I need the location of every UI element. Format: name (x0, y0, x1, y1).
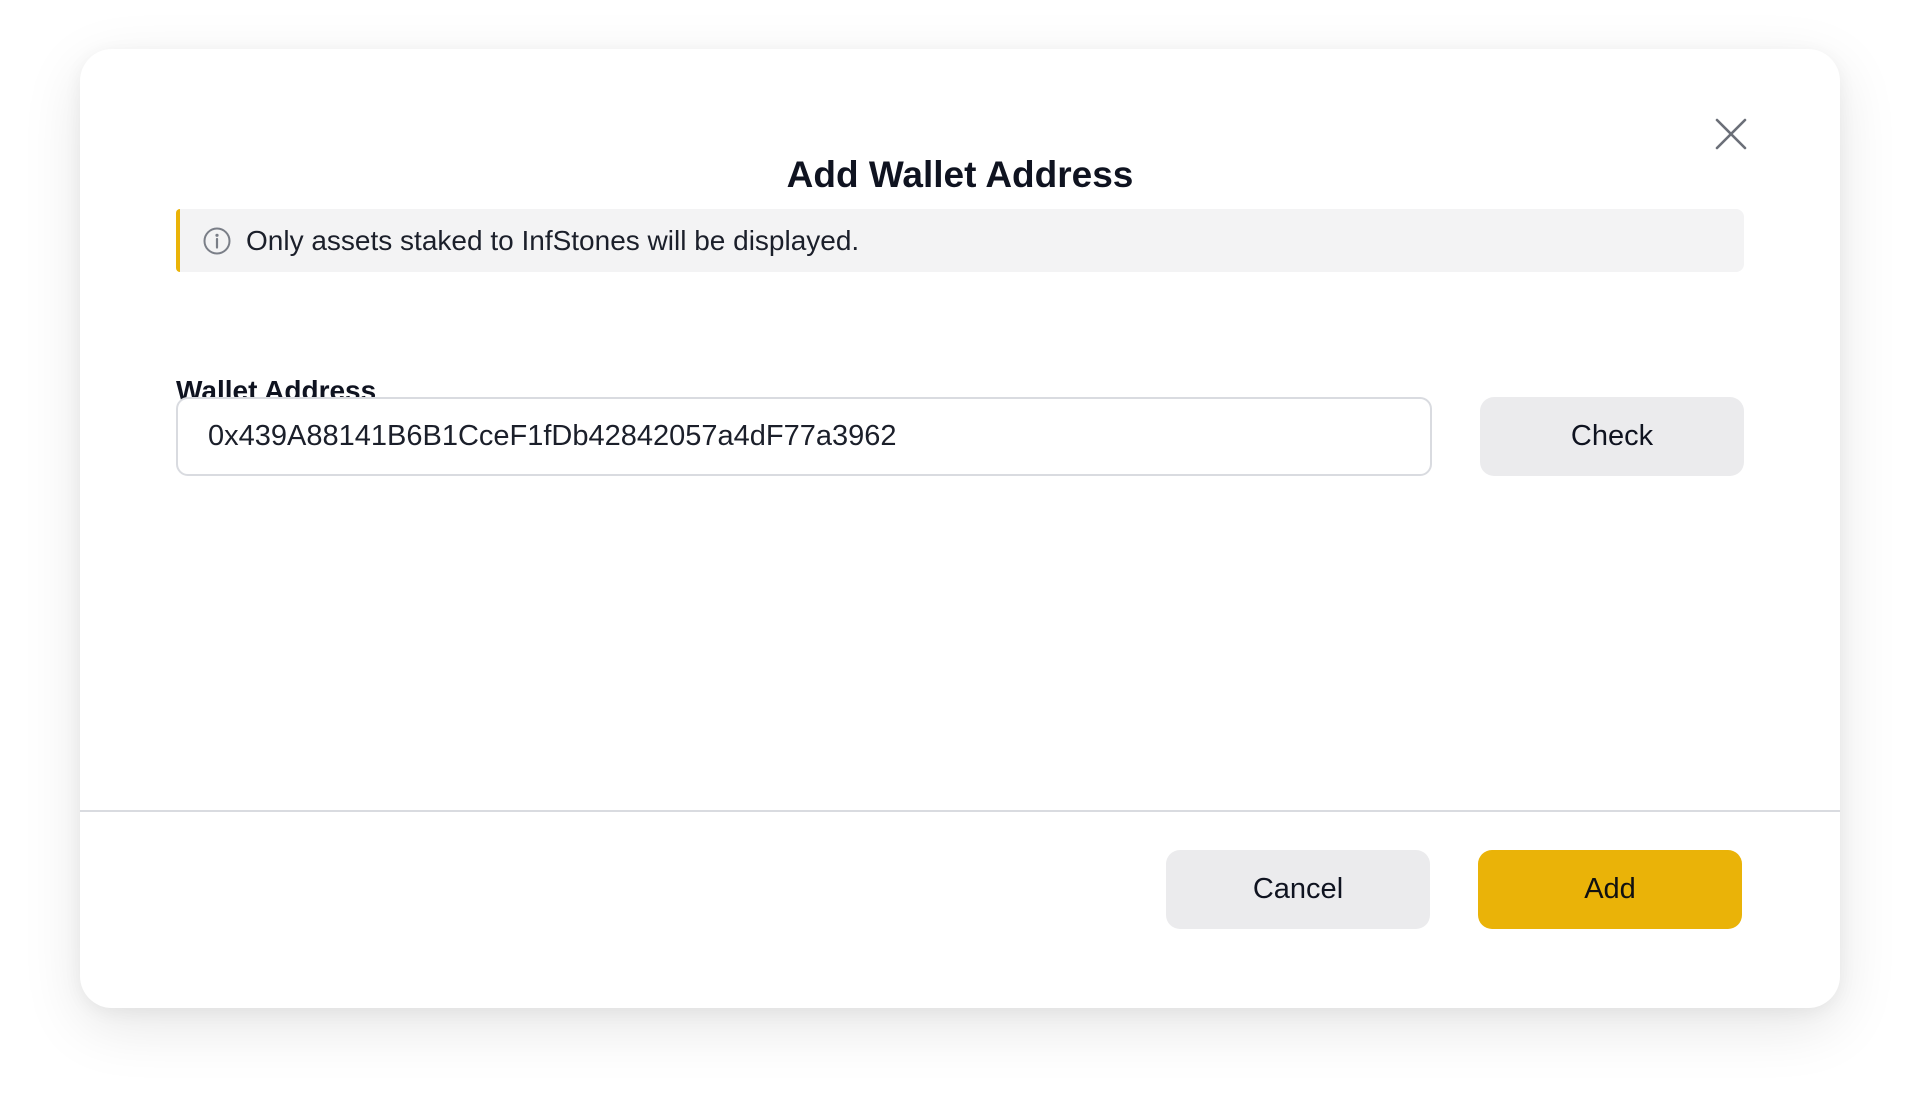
page-background: Add Wallet Address Only assets staked to… (0, 0, 1920, 1120)
info-notice: Only assets staked to InfStones will be … (176, 209, 1744, 272)
check-button[interactable]: Check (1480, 397, 1744, 476)
dialog-title: Add Wallet Address (786, 154, 1134, 195)
add-button[interactable]: Add (1478, 850, 1742, 929)
notice-text: Only assets staked to InfStones will be … (246, 224, 860, 256)
add-wallet-dialog: Add Wallet Address Only assets staked to… (80, 49, 1840, 1008)
close-icon (1715, 118, 1747, 150)
cancel-button[interactable]: Cancel (1166, 850, 1430, 929)
close-button[interactable] (1706, 109, 1756, 159)
info-icon (202, 226, 232, 256)
footer-divider (80, 810, 1840, 812)
wallet-address-input[interactable] (176, 397, 1432, 476)
